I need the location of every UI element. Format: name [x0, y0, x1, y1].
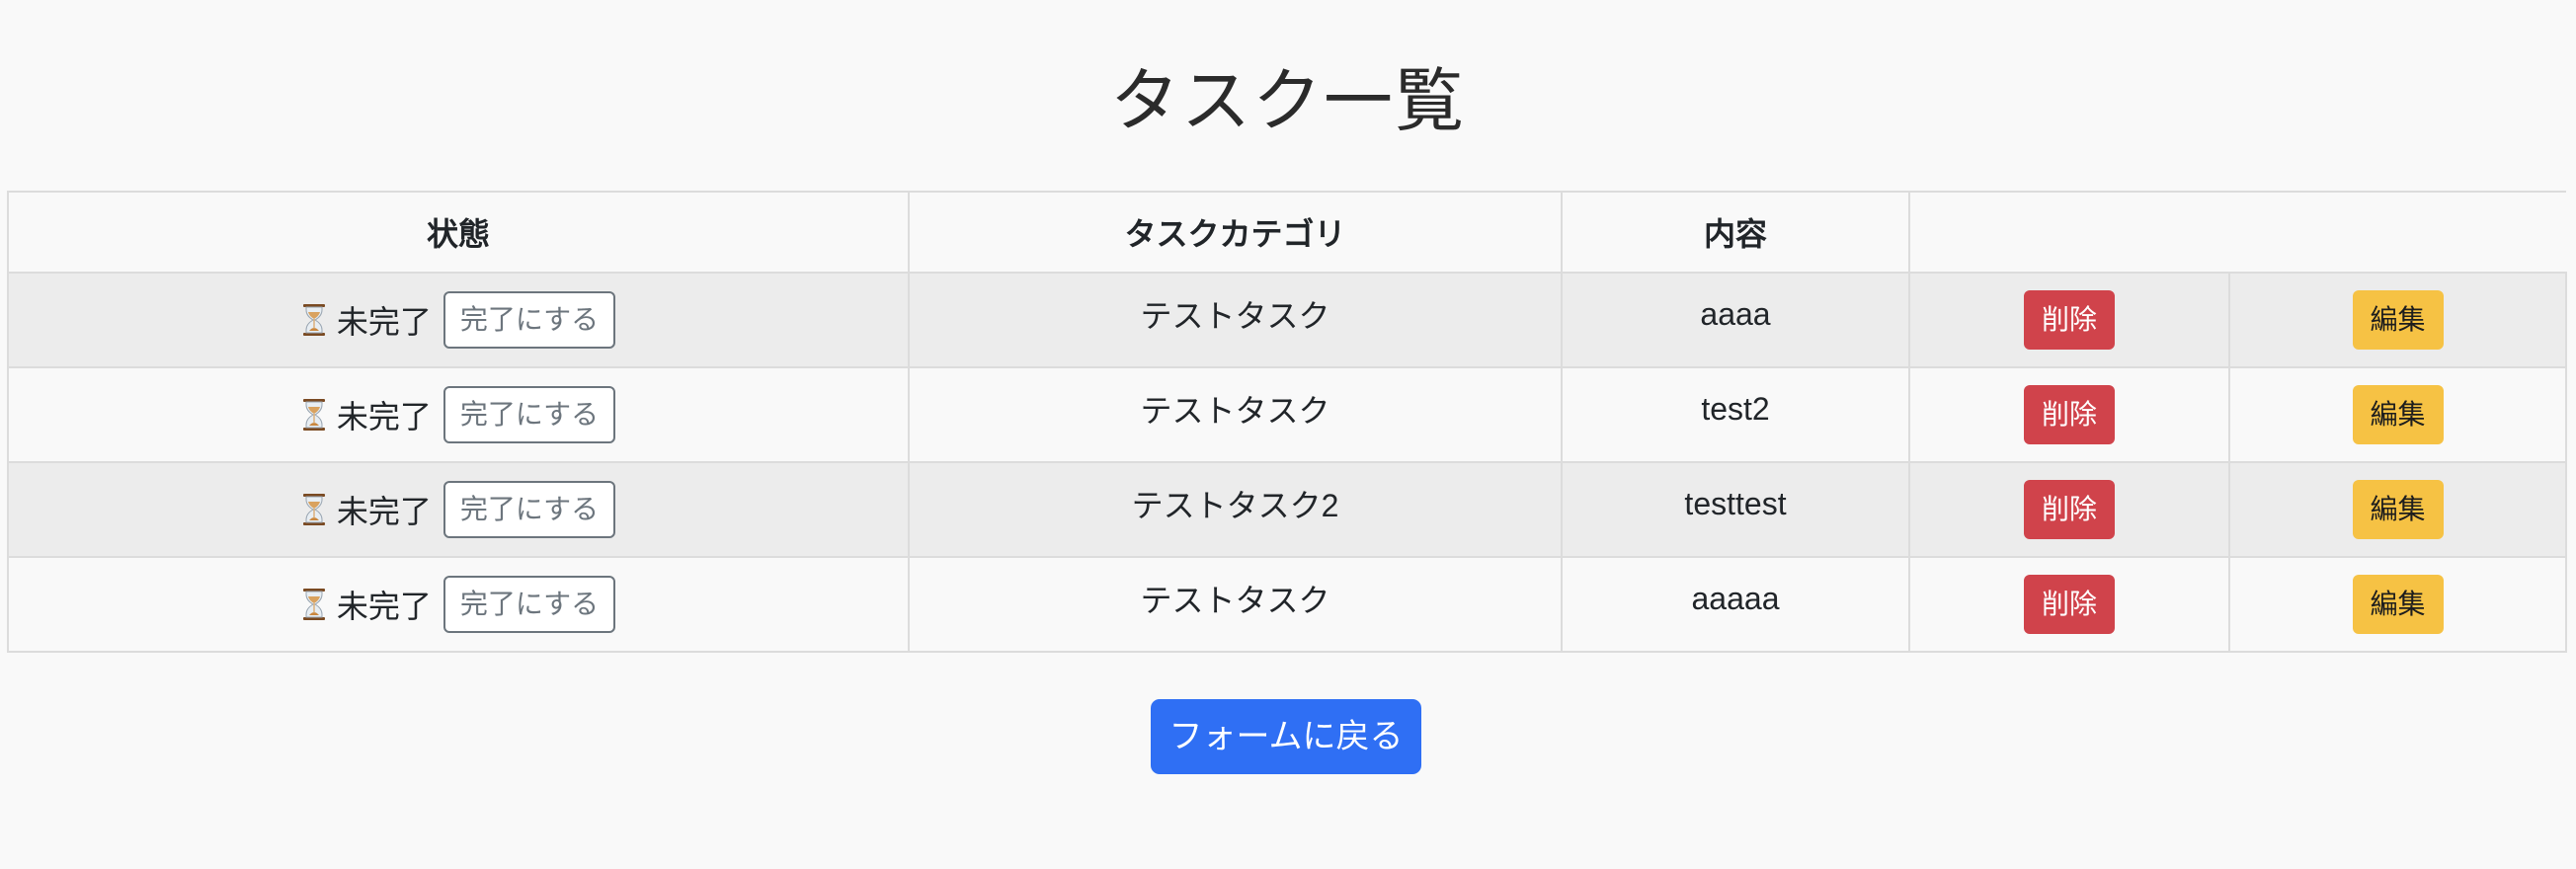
mark-complete-button[interactable]: 完了にする [443, 291, 616, 349]
delete-cell: 削除 [1908, 461, 2230, 558]
status-text: 未完了 [336, 589, 432, 624]
table-row: 未完了 完了にする テストタスク aaaaa 削除 編集 [7, 556, 2567, 653]
category-text: テストタスク [1140, 393, 1330, 429]
category-cell: テストタスク [908, 366, 1563, 463]
delete-cell: 削除 [1908, 366, 2230, 463]
mark-complete-button[interactable]: 完了にする [443, 386, 616, 443]
mark-complete-button[interactable]: 完了にする [443, 576, 616, 633]
delete-button[interactable]: 削除 [2024, 480, 2115, 539]
delete-button[interactable]: 削除 [2024, 290, 2115, 350]
category-cell: テストタスク [908, 556, 1563, 653]
category-text: テストタスク [1140, 583, 1330, 618]
status-cell: 未完了 完了にする [7, 366, 910, 463]
content-text: aaaaa [1691, 580, 1780, 616]
header-status: 状態 [7, 191, 910, 274]
edit-button[interactable]: 編集 [2352, 480, 2444, 539]
status-text: 未完了 [336, 304, 432, 340]
content-cell: testtest [1561, 461, 1910, 558]
mark-complete-button[interactable]: 完了にする [443, 481, 616, 538]
edit-cell: 編集 [2228, 272, 2567, 368]
header-content: 内容 [1561, 191, 1910, 274]
content-text: testtest [1684, 485, 1787, 521]
edit-cell: 編集 [2228, 461, 2567, 558]
page-title: タスク一覧 [1110, 62, 1466, 139]
status-text: 未完了 [336, 399, 432, 434]
category-text: テストタスク [1140, 298, 1330, 334]
content-cell: aaaa [1561, 272, 1910, 368]
edit-cell: 編集 [2228, 366, 2567, 463]
category-cell: テストタスク2 [908, 461, 1563, 558]
table-header-row: 状態 タスクカテゴリ 内容 [7, 191, 2566, 274]
edit-cell: 編集 [2228, 556, 2567, 653]
back-to-form-button[interactable]: フォームに戻る [1151, 699, 1421, 774]
category-text: テストタスク2 [1131, 488, 1339, 523]
hourglass-icon [301, 303, 327, 337]
edit-button[interactable]: 編集 [2352, 385, 2444, 444]
status-text: 未完了 [336, 494, 432, 529]
hourglass-icon [301, 493, 327, 526]
content-text: aaaa [1700, 295, 1771, 332]
category-cell: テストタスク [908, 272, 1563, 368]
delete-button[interactable]: 削除 [2024, 575, 2115, 634]
header-actions [1908, 191, 2566, 274]
status-cell: 未完了 完了にする [7, 461, 910, 558]
table-row: 未完了 完了にする テストタスク test2 削除 編集 [7, 366, 2567, 463]
delete-cell: 削除 [1908, 556, 2230, 653]
content-text: test2 [1701, 390, 1770, 427]
status-cell: 未完了 完了にする [7, 556, 910, 653]
status-cell: 未完了 完了にする [7, 272, 910, 368]
task-table: 状態 タスクカテゴリ 内容 未完了 完了にする テストタスク aaaa 削除 編… [7, 191, 2567, 653]
edit-button[interactable]: 編集 [2352, 290, 2444, 350]
hourglass-icon [301, 398, 327, 432]
table-row: 未完了 完了にする テストタスク aaaa 削除 編集 [7, 272, 2567, 368]
edit-button[interactable]: 編集 [2352, 575, 2444, 634]
delete-button[interactable]: 削除 [2024, 385, 2115, 444]
hourglass-icon [301, 588, 327, 621]
header-category: タスクカテゴリ [908, 191, 1563, 274]
content-cell: aaaaa [1561, 556, 1910, 653]
table-row: 未完了 完了にする テストタスク2 testtest 削除 編集 [7, 461, 2567, 558]
delete-cell: 削除 [1908, 272, 2230, 368]
content-cell: test2 [1561, 366, 1910, 463]
